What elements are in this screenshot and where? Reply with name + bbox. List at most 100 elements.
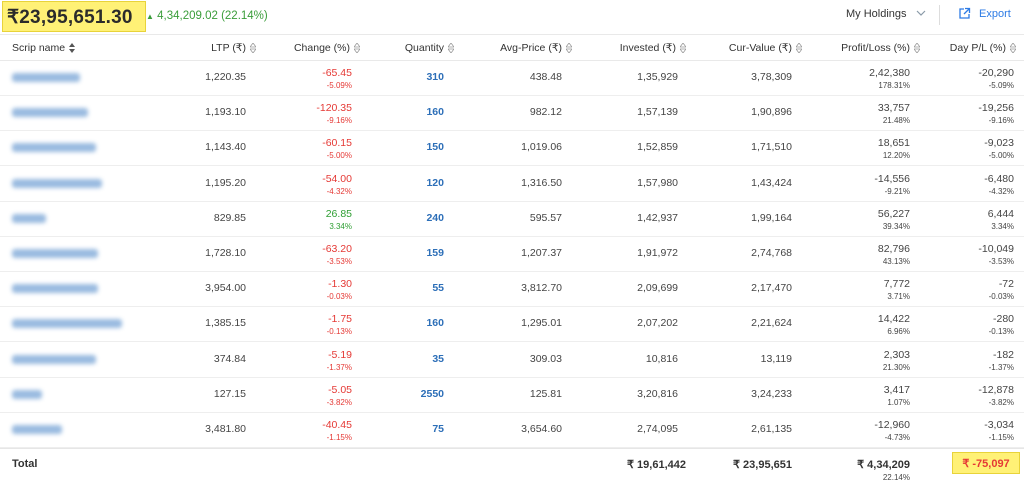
sort-icon: [796, 43, 802, 53]
cur-value-cell: 1,90,896: [751, 106, 792, 118]
holdings-dropdown[interactable]: My Holdings: [846, 8, 907, 20]
chevron-down-icon[interactable]: [915, 7, 927, 19]
scrip-name-redacted[interactable]: [12, 284, 98, 294]
invested-cell-value: 1,52,859: [637, 141, 678, 154]
table-footer: Total ₹ 19,61,442 ₹ 23,95,651 ₹ 4,34,209…: [0, 448, 1024, 483]
col-cur-label: Cur-Value (₹): [728, 42, 792, 54]
ltp-cell: 127.15: [214, 388, 246, 400]
col-pl-label: Profit/Loss (%): [841, 42, 910, 54]
col-avg-price[interactable]: Avg-Price (₹): [500, 42, 572, 54]
day-pl-cell-pct: -5.09%: [988, 81, 1014, 90]
quantity-cell-value: 160: [426, 317, 444, 330]
table-row[interactable]: 374.84 -5.19 -1.37% 35 309.03 10,816 13,119 2,3…: [0, 343, 1024, 378]
change-cell-value: -54.00: [322, 172, 352, 185]
col-quantity[interactable]: Quantity: [405, 42, 454, 54]
sort-icon: [1010, 43, 1016, 53]
invested-cell: 2,74,095: [637, 423, 678, 435]
cur-value-cell-value: 2,17,470: [751, 282, 792, 295]
profit-loss-cell: 56,227 39.34%: [878, 208, 910, 231]
col-scrip-name[interactable]: Scrip name: [12, 42, 76, 54]
table-row[interactable]: 1,385.15 -1.75 -0.13% 160 1,295.01 2,07,202 2,…: [0, 307, 1024, 343]
avg-price-cell-value: 1,316.50: [521, 176, 562, 189]
scrip-name-redacted[interactable]: [12, 249, 98, 258]
avg-price-cell: 1,316.50: [521, 177, 562, 189]
col-change[interactable]: Change (%): [294, 42, 360, 54]
profit-loss-cell-pct: 6.96%: [887, 327, 910, 337]
cur-value-cell: 1,43,424: [751, 177, 792, 189]
table-row[interactable]: 127.15 -5.05 -3.82% 2550 125.81 3,20,816 3,24,…: [0, 378, 1024, 413]
col-invested-label: Invested (₹): [619, 42, 676, 54]
avg-price-cell: 438.48: [530, 71, 562, 83]
quantity-cell-value: 160: [426, 106, 444, 119]
cur-value-cell: 2,61,135: [751, 423, 792, 435]
export-button[interactable]: Export: [958, 7, 1011, 20]
avg-price-cell-value: 1,207.37: [521, 247, 562, 259]
table-row[interactable]: 1,195.20 -54.00 -4.32% 120 1,316.50 1,57,980 1…: [0, 167, 1024, 202]
portfolio-change-text: 4,34,209.02 (22.14%): [157, 10, 268, 22]
scrip-name-redacted[interactable]: [12, 178, 102, 188]
profit-loss-cell: 3,417 1.07%: [884, 384, 910, 407]
avg-price-cell: 125.81: [530, 388, 562, 400]
avg-price-cell-value: 125.81: [529, 387, 562, 400]
scrip-name-redacted[interactable]: [12, 425, 62, 434]
scrip-name-redacted[interactable]: [12, 213, 46, 223]
cur-value-cell: 2,17,470: [751, 282, 792, 294]
col-profit-loss[interactable]: Profit/Loss (%): [841, 42, 920, 54]
col-cur-value[interactable]: Cur-Value (₹): [729, 42, 802, 54]
change-cell: -1.30 -0.03%: [327, 278, 352, 301]
scrip-name-redacted[interactable]: [12, 143, 96, 153]
profit-loss-cell-value: 2,303: [883, 348, 910, 361]
change-cell: -60.15 -5.00%: [322, 137, 352, 160]
change-cell: 26.85 3.34%: [326, 208, 352, 231]
profit-loss-cell: -12,960 -4.73%: [874, 419, 910, 442]
change-cell-pct: -5.09%: [326, 81, 352, 90]
day-pl-cell: -3,034 -1.15%: [984, 419, 1014, 442]
col-invested[interactable]: Invested (₹): [620, 42, 686, 54]
table-row[interactable]: 3,954.00 -1.30 -0.03% 55 3,812.70 2,09,699 2,1…: [0, 272, 1024, 308]
table-row[interactable]: 1,220.35 -65.45 -5.09% 310 438.48 1,35,929 3,7…: [0, 61, 1024, 96]
day-pl-cell-value: -10,049: [978, 243, 1014, 255]
scrip-name-redacted[interactable]: [12, 389, 42, 399]
quantity-cell-value: 75: [432, 423, 444, 435]
day-pl-cell-value: -6,480: [984, 172, 1014, 185]
day-pl-cell-pct: -3.82%: [988, 397, 1014, 407]
scrip-name-redacted[interactable]: [12, 108, 88, 118]
invested-cell-value: 2,09,699: [637, 282, 678, 295]
avg-price-cell: 982.12: [530, 106, 562, 118]
ltp-cell: 829.85: [214, 212, 246, 224]
table-row[interactable]: 1,728.10 -63.20 -3.53% 159 1,207.37 1,91,972 2…: [0, 237, 1024, 272]
col-ltp[interactable]: LTP (₹): [211, 42, 256, 54]
quantity-cell: 160: [426, 317, 444, 329]
col-scrip-label: Scrip name: [12, 42, 66, 54]
cur-value-cell-value: 3,78,309: [751, 71, 792, 83]
scrip-name-redacted[interactable]: [12, 319, 122, 329]
table-row[interactable]: 829.85 26.85 3.34% 240 595.57 1,42,937 1,99,16…: [0, 202, 1024, 237]
avg-price-cell: 1,019.06: [521, 141, 562, 153]
profit-loss-cell-value: 14,422: [877, 313, 910, 326]
change-cell: -1.75 -0.13%: [327, 313, 352, 336]
profit-loss-cell-pct: 43.13%: [882, 257, 910, 266]
day-pl-cell: -182 -1.37%: [989, 349, 1014, 372]
day-pl-cell-pct: -0.13%: [988, 327, 1014, 337]
table-row[interactable]: 3,481.80 -40.45 -1.15% 75 3,654.60 2,74,095 2,…: [0, 413, 1024, 448]
profit-loss-cell: 14,422 6.96%: [878, 313, 910, 336]
quantity-cell: 55: [432, 282, 444, 294]
quantity-cell-value: 240: [426, 211, 444, 224]
ltp-cell-value: 1,143.40: [205, 141, 246, 154]
avg-price-cell-value: 3,812.70: [521, 282, 562, 295]
scrip-name-redacted[interactable]: [12, 354, 96, 364]
table-row[interactable]: 1,193.10 -120.35 -9.16% 160 982.12 1,57,139 1,…: [0, 96, 1024, 132]
col-day-pl[interactable]: Day P/L (%): [950, 42, 1016, 54]
quantity-cell-value: 120: [426, 176, 444, 189]
table-row[interactable]: 1,143.40 -60.15 -5.00% 150 1,019.06 1,52,859 1…: [0, 131, 1024, 167]
invested-cell-value: 3,20,816: [637, 387, 678, 400]
profit-loss-cell-pct: 12.20%: [882, 151, 910, 161]
invested-cell: 2,09,699: [637, 282, 678, 294]
day-pl-cell-value: -182: [992, 348, 1014, 361]
quantity-cell: 160: [426, 106, 444, 118]
cur-value-cell-value: 3,24,233: [751, 387, 792, 400]
scrip-name-redacted[interactable]: [12, 73, 80, 82]
profit-loss-cell-value: -12,960: [874, 419, 910, 431]
sort-icon: [69, 43, 76, 53]
day-pl-cell-value: 6,444: [987, 207, 1014, 220]
